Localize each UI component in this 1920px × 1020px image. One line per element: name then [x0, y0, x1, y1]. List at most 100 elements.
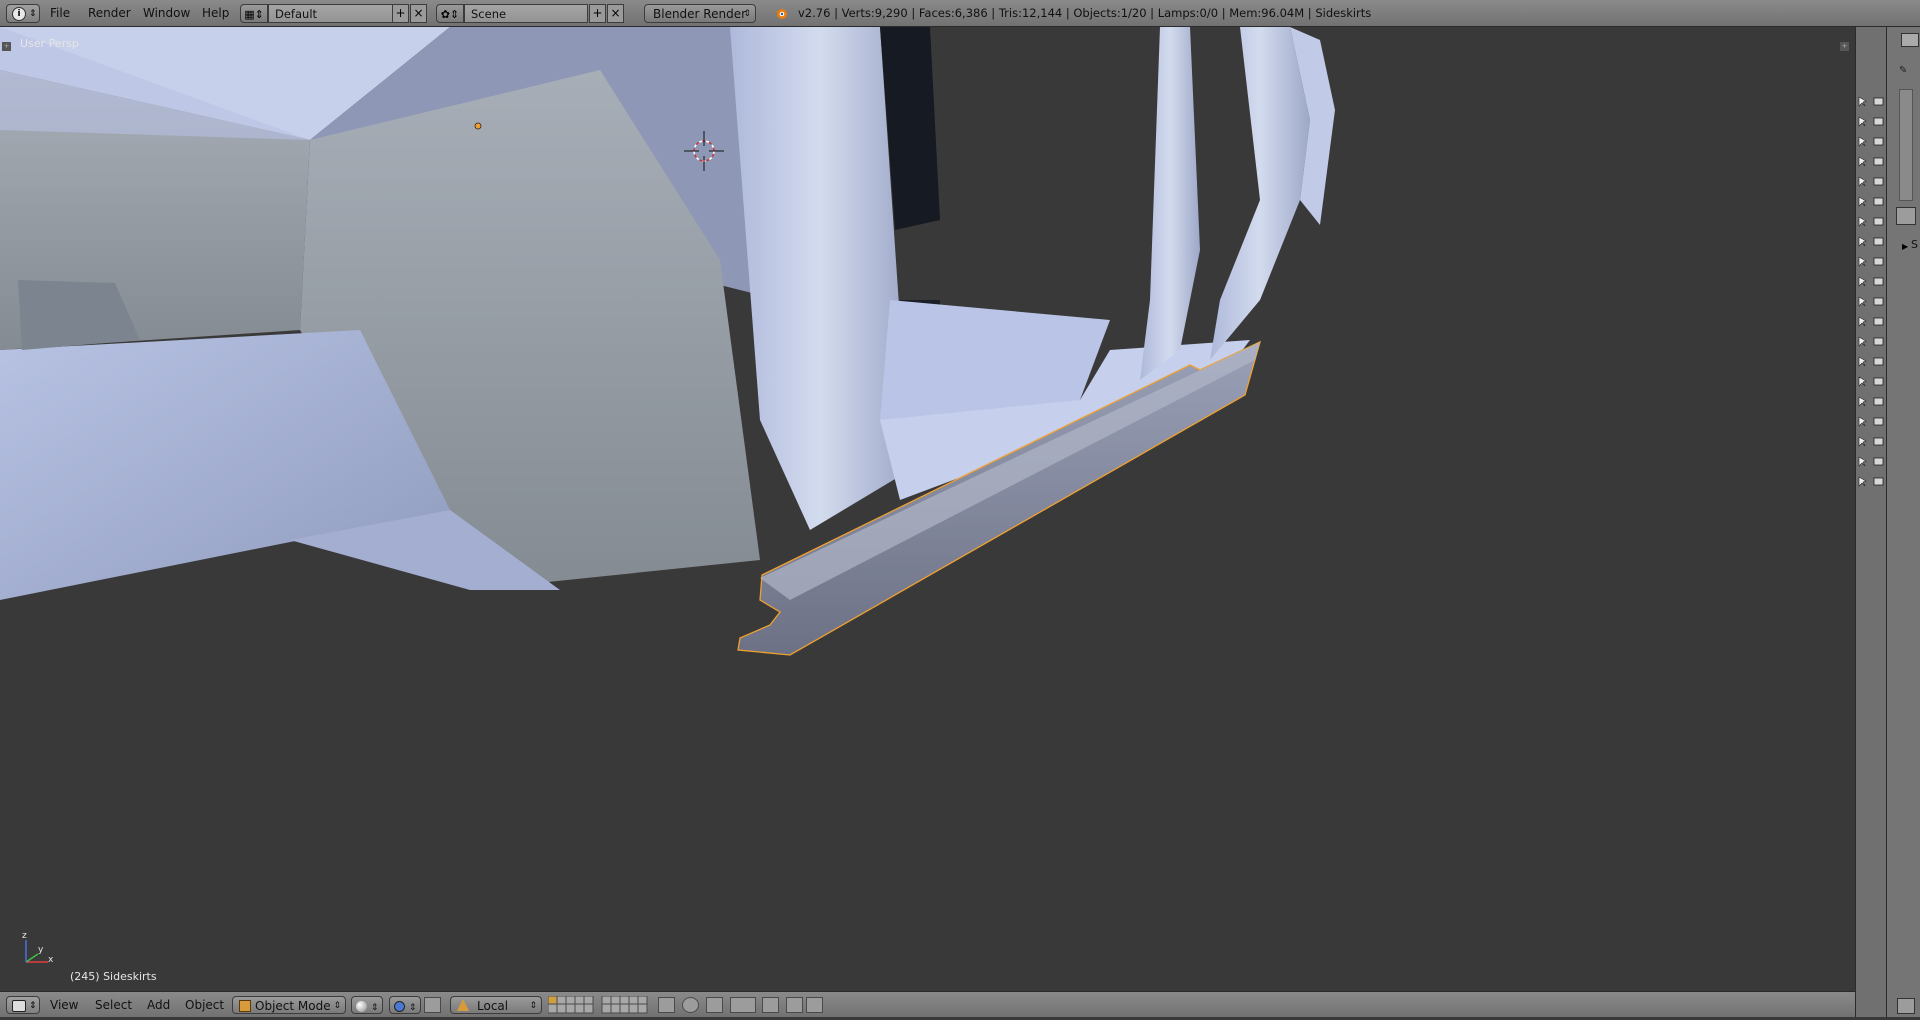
- restrict-render-icon[interactable]: [1873, 177, 1884, 186]
- transform-orientation-select[interactable]: Local ⇕: [450, 996, 542, 1014]
- screen-layout-field[interactable]: Default: [268, 4, 394, 23]
- restrict-render-icon[interactable]: [1873, 317, 1884, 326]
- restrict-select-icon[interactable]: [1858, 156, 1867, 167]
- restrict-render-icon[interactable]: [1873, 277, 1884, 286]
- restrict-render-icon[interactable]: [1873, 257, 1884, 266]
- manipulator-toggle[interactable]: [424, 997, 441, 1013]
- restrict-select-icon[interactable]: [1858, 416, 1867, 427]
- restrict-render-icon[interactable]: [1873, 397, 1884, 406]
- lock-icon[interactable]: [658, 997, 675, 1013]
- chevron-updown-icon: ⇕: [408, 1003, 417, 1013]
- shading-select[interactable]: ⇕: [351, 996, 383, 1014]
- restrict-render-icon[interactable]: [1873, 337, 1884, 346]
- restrict-icons: [1858, 96, 1884, 487]
- restrict-render-icon[interactable]: [1873, 457, 1884, 466]
- restrict-select-icon[interactable]: [1858, 176, 1867, 187]
- restrict-render-icon[interactable]: [1873, 297, 1884, 306]
- scene-icon[interactable]: ✿⇕: [436, 4, 464, 23]
- zoom-slider[interactable]: [1899, 89, 1913, 201]
- restrict-render-icon[interactable]: [1873, 377, 1884, 386]
- pin-icon[interactable]: ✎: [1899, 65, 1909, 76]
- snap-target-icon[interactable]: [762, 997, 779, 1013]
- pivot-icon: [394, 1001, 405, 1012]
- chevron-updown-icon: ⇕: [333, 1001, 341, 1011]
- world-tab-icon[interactable]: [1896, 207, 1916, 225]
- restrict-render-icon[interactable]: [1873, 357, 1884, 366]
- 3d-viewport[interactable]: User Persp + + z y x (245) Sideskirts: [0, 27, 1855, 991]
- region-toggle-right[interactable]: +: [1840, 42, 1849, 51]
- section-collapse-arrow[interactable]: ▶: [1902, 242, 1908, 251]
- chevron-updown-icon: ⇕: [529, 1001, 537, 1011]
- axis-label-z: z: [22, 931, 27, 941]
- restrict-render-icon[interactable]: [1873, 437, 1884, 446]
- region-toggle-left[interactable]: +: [2, 42, 11, 51]
- restrict-select-icon[interactable]: [1858, 316, 1867, 327]
- restrict-select-icon[interactable]: [1858, 276, 1867, 287]
- menu-view[interactable]: View: [50, 996, 78, 1014]
- render-engine-select[interactable]: Blender Render ⇕: [644, 4, 756, 23]
- add-scene-button[interactable]: +: [589, 4, 606, 23]
- menu-help[interactable]: Help: [202, 4, 229, 23]
- render-engine-label: Blender Render: [653, 7, 747, 21]
- restrict-select-icon[interactable]: [1858, 456, 1867, 467]
- restrict-select-icon[interactable]: [1858, 96, 1867, 107]
- editor-type-button[interactable]: ⇕: [6, 996, 40, 1014]
- render-tab-icon[interactable]: [1901, 33, 1919, 47]
- mode-select[interactable]: Object Mode ⇕: [232, 996, 346, 1014]
- screen-layout-icon[interactable]: ▦⇕: [240, 4, 268, 23]
- mode-label: Object Mode: [255, 999, 331, 1013]
- restrict-select-icon[interactable]: [1858, 256, 1867, 267]
- restrict-render-icon[interactable]: [1873, 417, 1884, 426]
- restrict-select-icon[interactable]: [1858, 216, 1867, 227]
- cube-icon: [239, 1000, 251, 1012]
- restrict-render-icon[interactable]: [1873, 157, 1884, 166]
- proportional-edit-icon[interactable]: [682, 997, 699, 1013]
- snap-icon[interactable]: [706, 997, 723, 1013]
- add-layout-button[interactable]: +: [392, 4, 409, 23]
- sphere-icon: [356, 1001, 367, 1012]
- orientation-icon: [457, 999, 469, 1011]
- section-label: S: [1911, 238, 1918, 251]
- object-info-label: (245) Sideskirts: [70, 970, 157, 983]
- menu-window[interactable]: Window: [143, 4, 190, 23]
- restrict-select-icon[interactable]: [1858, 396, 1867, 407]
- snap-element-select[interactable]: [730, 997, 756, 1013]
- menu-file[interactable]: File: [50, 4, 70, 23]
- restrict-select-icon[interactable]: [1858, 336, 1867, 347]
- menu-object[interactable]: Object: [185, 996, 224, 1014]
- properties-menu-icon[interactable]: [1897, 998, 1915, 1014]
- render-still-icon[interactable]: [786, 997, 803, 1013]
- restrict-render-icon[interactable]: [1873, 117, 1884, 126]
- editor-type-button[interactable]: i ⇕: [6, 4, 40, 23]
- delete-layout-button[interactable]: ×: [410, 4, 427, 23]
- restrict-select-icon[interactable]: [1858, 356, 1867, 367]
- delete-scene-button[interactable]: ×: [607, 4, 624, 23]
- properties-editor: ✎ ▶ S: [1886, 27, 1920, 1017]
- menu-add[interactable]: Add: [147, 996, 170, 1014]
- scene-field[interactable]: Scene: [464, 4, 588, 23]
- axis-label-y: y: [38, 945, 44, 955]
- chevron-updown-icon: ⇕: [370, 1003, 379, 1013]
- restrict-render-icon[interactable]: [1873, 197, 1884, 206]
- restrict-select-icon[interactable]: [1858, 196, 1867, 207]
- restrict-render-icon[interactable]: [1873, 137, 1884, 146]
- info-icon: i: [12, 7, 26, 21]
- layer-buttons[interactable]: [547, 995, 653, 1014]
- restrict-select-icon[interactable]: [1858, 436, 1867, 447]
- render-animation-icon[interactable]: [806, 997, 823, 1013]
- restrict-select-icon[interactable]: [1858, 136, 1867, 147]
- restrict-render-icon[interactable]: [1873, 97, 1884, 106]
- restrict-select-icon[interactable]: [1858, 476, 1867, 487]
- restrict-render-icon[interactable]: [1873, 237, 1884, 246]
- restrict-select-icon[interactable]: [1858, 116, 1867, 127]
- restrict-select-icon[interactable]: [1858, 376, 1867, 387]
- menu-select[interactable]: Select: [95, 996, 132, 1014]
- orientation-label: Local: [477, 999, 509, 1013]
- restrict-render-icon[interactable]: [1873, 217, 1884, 226]
- restrict-render-icon[interactable]: [1873, 477, 1884, 486]
- menu-render[interactable]: Render: [88, 4, 131, 23]
- restrict-select-icon[interactable]: [1858, 296, 1867, 307]
- view3d-icon: [12, 1000, 26, 1012]
- pivot-select[interactable]: ⇕: [389, 996, 421, 1014]
- restrict-select-icon[interactable]: [1858, 236, 1867, 247]
